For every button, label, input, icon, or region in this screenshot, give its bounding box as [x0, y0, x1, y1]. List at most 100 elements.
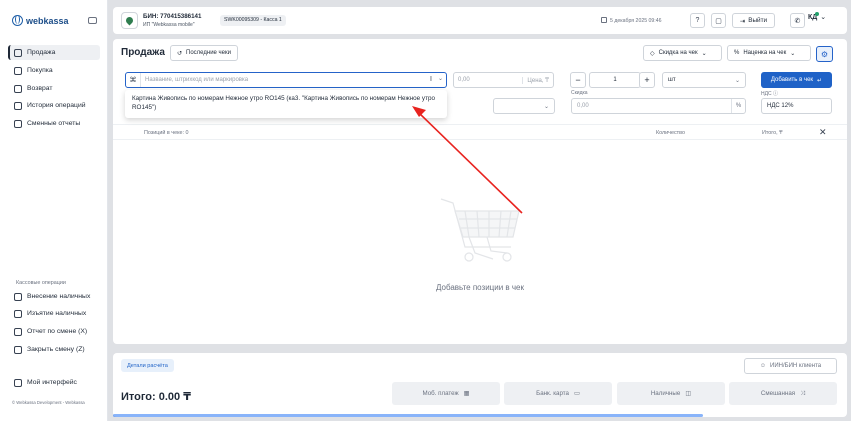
tag-icon: ◇ — [650, 50, 655, 57]
chevron-down-icon[interactable]: ⌄ — [438, 75, 443, 82]
discount-input[interactable]: 0,00 % — [571, 98, 746, 114]
quantity-header: Количество — [656, 130, 685, 136]
sidebar-item-history[interactable]: История операций — [8, 98, 100, 113]
org-logo-icon — [121, 12, 138, 29]
product-search-input[interactable]: ⌘ Название, штрихкод или маркировка I ⌄ — [125, 72, 447, 88]
price-unit: Цена, ₸ — [522, 76, 549, 84]
bank-card-button[interactable]: Банк. карта ▭ — [504, 382, 612, 405]
client-iin-label: ИИН/БИН клиента — [770, 363, 822, 369]
online-status-dot — [815, 11, 819, 16]
client-iin-button[interactable]: ☺ ИИН/БИН клиента — [744, 358, 837, 374]
clear-check-icon[interactable]: ✕ — [819, 127, 827, 138]
user-menu[interactable]: КД ⌄ — [808, 11, 827, 21]
chevron-down-icon: ⌄ — [790, 50, 796, 57]
cash-in-icon — [14, 292, 22, 301]
avatar: КД — [808, 11, 819, 21]
mobile-payment-button[interactable]: Моб. платеж ▦ — [392, 382, 500, 405]
exit-label: Выйти — [748, 17, 768, 24]
total-header: Итого, ₸ — [762, 130, 783, 136]
phone-button[interactable]: ✆ — [790, 13, 805, 28]
sidebar-item-label: История операций — [27, 102, 86, 109]
sidebar-item-label: Продажа — [27, 49, 56, 56]
help-button[interactable]: ? — [690, 13, 705, 28]
unit-select[interactable]: шт ⌄ — [662, 72, 746, 88]
quantity-input[interactable]: 1 — [589, 72, 641, 88]
positions-count: Позиций в чеке: 0 — [144, 130, 189, 136]
z-report-icon — [14, 345, 22, 354]
price-input[interactable]: 0,00 Цена, ₸ — [453, 72, 554, 88]
unit-value: шт — [668, 77, 676, 83]
sidebar-item-close-shift[interactable]: Закрыть смену (Z) — [8, 342, 100, 357]
recent-checks-label: Последние чеки — [186, 50, 231, 56]
mixed-payment-button[interactable]: Смешанная ⤨ — [729, 382, 837, 405]
settings-button[interactable]: ⚙ — [816, 46, 833, 62]
nds-label: НДС — [761, 91, 772, 97]
logout-icon: ⇥ — [739, 17, 746, 25]
phone-icon: ✆ — [794, 17, 801, 25]
clipboard-button[interactable]: ▢ — [711, 13, 726, 28]
recent-checks-button[interactable]: ↺ Последние чеки — [170, 45, 238, 61]
chevron-down-icon: ⌄ — [543, 103, 549, 110]
chevron-down-icon: ⌄ — [734, 77, 740, 84]
calendar-icon — [601, 17, 607, 23]
percent-icon: % — [734, 50, 740, 56]
sidebar-item-return[interactable]: Возврат — [8, 81, 100, 96]
exit-button[interactable]: ⇥ Выйти — [732, 13, 775, 28]
add-to-check-button[interactable]: Добавить в чек ↵ — [761, 72, 832, 88]
interface-icon — [14, 378, 22, 387]
sidebar-item-label: Покупка — [27, 67, 53, 74]
sidebar-item-label: Внесение наличных — [27, 293, 91, 300]
annotation-arrow — [412, 106, 523, 214]
search-suggestion-item[interactable]: Картина Живопись по номерам Нежное утро … — [125, 90, 447, 118]
kassa-badge[interactable]: SWK00095309 - Касса 1 — [220, 15, 286, 26]
sidebar-item-sale[interactable]: Продажа — [8, 45, 100, 60]
discount-placeholder: 0,00 — [577, 103, 589, 109]
user-icon: ☺ — [759, 363, 767, 369]
sidebar-item-x-report[interactable]: Отчет по смене (X) — [8, 324, 100, 339]
globe-icon — [12, 15, 23, 26]
sidebar-item-cash-in[interactable]: Внесение наличных — [8, 289, 100, 304]
sidebar-item-label: Мой интерфейс — [27, 379, 77, 386]
cash-icon: ◫ — [685, 390, 692, 397]
box-icon — [14, 66, 22, 75]
sidebar-item-label: Отчет по смене (X) — [27, 328, 88, 335]
chevron-down-icon: ⌄ — [701, 50, 707, 57]
pay-label: Банк. карта — [536, 390, 569, 397]
brand-logo[interactable]: webkassa — [12, 15, 69, 26]
brand-name: webkassa — [26, 15, 69, 26]
barcode-scan-icon[interactable]: ⌘ — [126, 73, 141, 87]
quantity-increment-button[interactable]: + — [639, 72, 655, 88]
price-placeholder: 0,00 — [458, 77, 470, 83]
enter-icon: ↵ — [817, 77, 823, 84]
discount-label: Скидка — [571, 90, 588, 96]
markup-check-label: Наценка на чек — [743, 50, 787, 56]
sidebar-item-purchase[interactable]: Покупка — [8, 63, 100, 78]
nds-select[interactable]: НДС 12% — [761, 98, 832, 114]
quantity-value: 1 — [613, 77, 617, 83]
mixed-icon: ⤨ — [800, 389, 806, 397]
gear-icon: ⚙ — [820, 49, 829, 59]
cash-payment-button[interactable]: Наличные ◫ — [617, 382, 725, 405]
empty-check-message: Добавьте позиции в чек — [435, 283, 524, 292]
discount-check-button[interactable]: ◇ Скидка на чек ⌄ — [643, 45, 722, 61]
sidebar-item-cash-out[interactable]: Изъятие наличных — [8, 306, 100, 321]
markup-check-button[interactable]: % Наценка на чек ⌄ — [727, 45, 811, 61]
clipboard-icon: ▢ — [715, 17, 722, 25]
question-icon: ? — [695, 17, 700, 24]
discount-unit: % — [731, 99, 745, 113]
history-icon — [14, 101, 22, 110]
card-icon: ▭ — [574, 390, 580, 397]
sidebar-item-shift-reports[interactable]: Сменные отчеты — [8, 116, 100, 131]
check-total: Итого: 0.00 ₸ — [121, 391, 191, 403]
nds-label-wrap: НДС ⓘ — [761, 90, 778, 97]
collapse-sidebar-icon[interactable] — [88, 17, 97, 24]
quantity-decrement-button[interactable]: − — [570, 72, 586, 88]
sidebar-item-my-interface[interactable]: Мой интерфейс — [8, 375, 100, 390]
nds-value: НДС 12% — [767, 103, 794, 109]
payment-details-button[interactable]: Детали расчёта — [121, 359, 174, 372]
chevron-down-icon: ⌄ — [820, 14, 827, 21]
horizontal-scrollbar[interactable] — [113, 414, 703, 417]
text-cursor-icon: I — [430, 76, 432, 83]
receipt-icon — [14, 48, 22, 57]
header-date: 5 декабря 2025 09:46 — [610, 18, 662, 24]
